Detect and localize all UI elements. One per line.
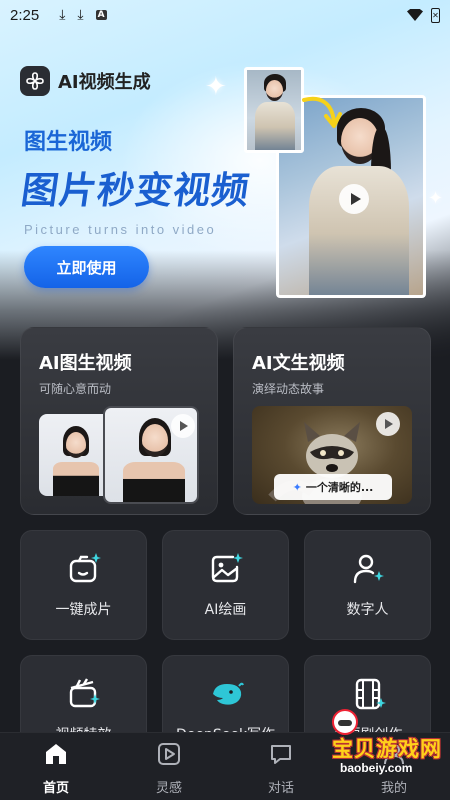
app-header: AI视频生成 [20, 66, 151, 96]
tool-label: 一键成片 [55, 602, 112, 618]
card-title: AI文生视频 [252, 353, 345, 374]
a-badge-icon: A [95, 10, 107, 20]
figure-head [266, 80, 283, 101]
nav-label: 首页 [42, 781, 69, 796]
download-icon: ⤓ [59, 7, 66, 23]
prompt-text: 一个清晰的... [305, 481, 374, 494]
play-icon[interactable] [339, 184, 369, 214]
battery-icon: ✕ [431, 7, 440, 23]
hero-english-caption: Picture turns into video [24, 222, 217, 237]
sparkle-icon: ✦ [428, 188, 444, 209]
image-to-video-card[interactable]: AI图生视频 可随心意而动 [20, 327, 218, 515]
watermark: 宝贝游戏网 baobeiy.com [302, 705, 450, 785]
source-photo-thumb [39, 414, 111, 496]
text-to-video-card[interactable]: AI文生视频 演绎动态故事 ✦ 一个清晰的... [233, 327, 431, 515]
status-time: 2:25 [10, 6, 40, 24]
figure-head [142, 424, 168, 457]
camera-sparkle-icon [69, 553, 101, 583]
tool-one-click[interactable]: 一键成片 [20, 530, 147, 640]
figure-body [123, 462, 185, 502]
card-subtitle: 可随心意而动 [39, 382, 112, 396]
transform-arrow-icon [302, 96, 342, 128]
use-now-button[interactable]: 立即使用 [24, 246, 149, 288]
watermark-url: baobeiy.com [340, 761, 413, 775]
figure-head [66, 432, 86, 458]
figure-body [53, 462, 99, 496]
hero-source-photo [244, 67, 304, 153]
hero-headline: 图片秒变视频 [18, 169, 253, 212]
tool-label: AI绘画 [204, 602, 247, 618]
sparkle-icon: ✦ [292, 480, 302, 494]
prompt-chip: ✦ 一个清晰的... [274, 474, 392, 500]
image-sparkle-icon [211, 553, 243, 583]
nav-home[interactable]: 首页 [26, 741, 86, 796]
card-subtitle: 演绎动态故事 [252, 382, 325, 396]
play-icon[interactable] [171, 414, 195, 438]
status-bar: 2:25 ⤓ ⤓ A ✕ [0, 0, 450, 30]
tool-ai-painting[interactable]: AI绘画 [162, 530, 289, 640]
figure-body [255, 102, 295, 150]
nav-label: 灵感 [155, 781, 182, 796]
sparkle-icon: ✦ [205, 72, 227, 102]
deepseek-whale-icon [213, 682, 244, 705]
app-title: AI视频生成 [58, 72, 151, 93]
play-square-icon [139, 741, 199, 767]
download-icon: ⤓ [77, 7, 84, 23]
app-logo-icon [20, 66, 50, 96]
clapper-sparkle-icon [69, 678, 100, 708]
result-video-thumb[interactable] [103, 406, 199, 504]
home-icon [26, 741, 86, 767]
nav-inspiration[interactable]: 灵感 [139, 741, 199, 796]
tool-digital-human[interactable]: 数字人 [304, 530, 431, 640]
wifi-icon [407, 9, 423, 21]
card-title: AI图生视频 [39, 353, 132, 374]
person-sparkle-icon [353, 554, 384, 584]
play-icon[interactable] [376, 412, 400, 436]
tool-label: 数字人 [346, 602, 389, 618]
hero-subtitle: 图生视频 [24, 130, 113, 155]
watermark-text: 宝贝游戏网 [332, 737, 442, 761]
